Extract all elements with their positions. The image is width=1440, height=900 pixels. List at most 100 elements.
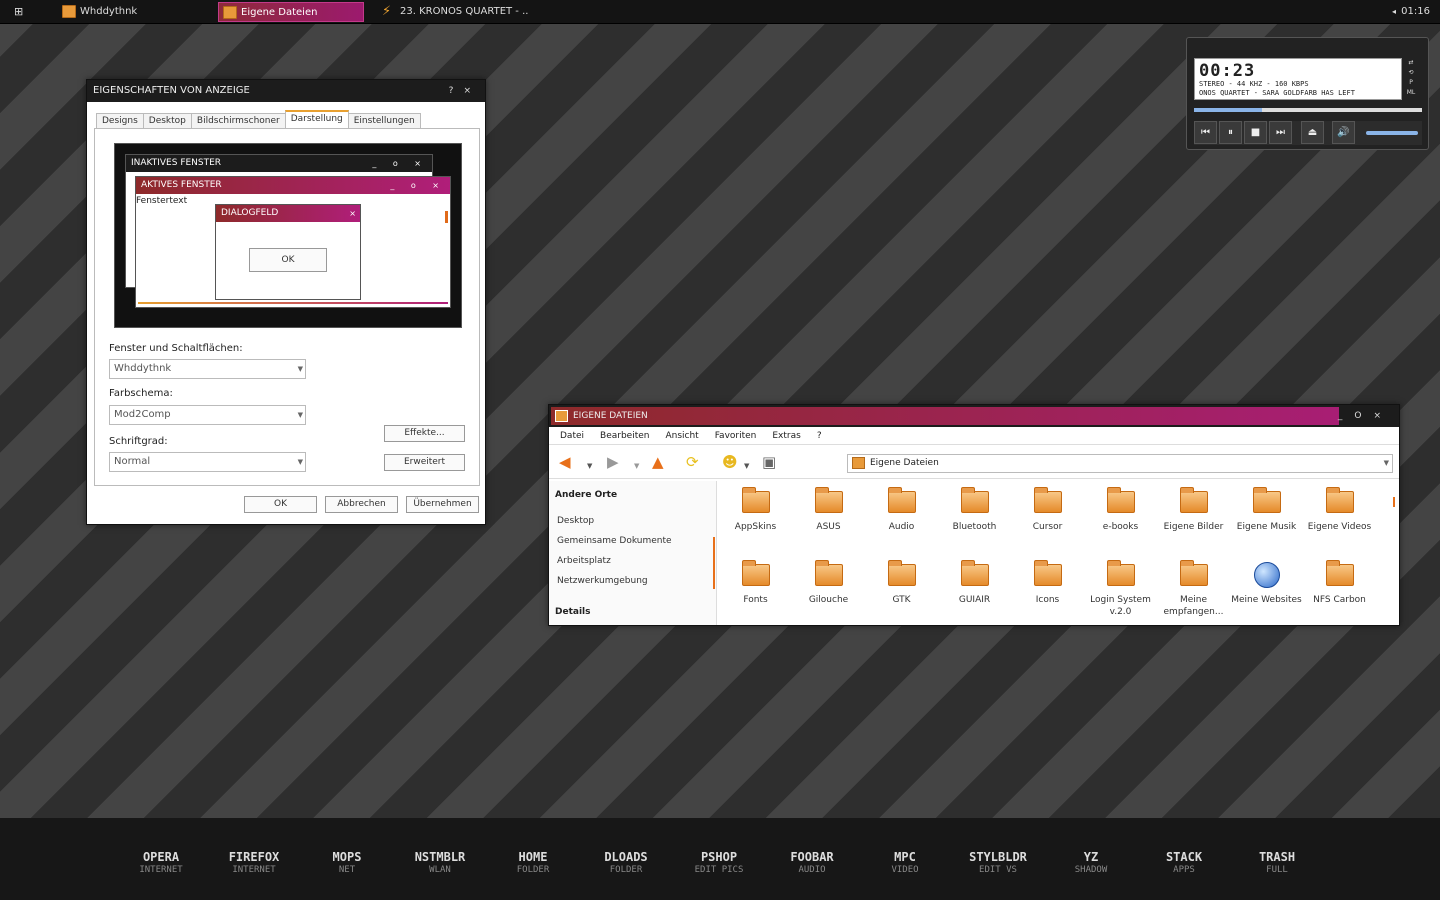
cancel-button[interactable]: Abbrechen bbox=[325, 496, 398, 513]
start-button[interactable]: ⊞ bbox=[14, 5, 28, 19]
pane-scrollbar[interactable] bbox=[713, 537, 715, 589]
repeat-icon[interactable]: ⟲ bbox=[1402, 68, 1420, 78]
dock-item-yz[interactable]: YZ SHADOW bbox=[1045, 850, 1137, 875]
close-button[interactable]: × bbox=[1373, 411, 1393, 421]
dock-item-home[interactable]: HOME FOLDER bbox=[487, 850, 579, 875]
list-item[interactable]: Icons bbox=[1011, 560, 1084, 606]
help-button[interactable]: ? bbox=[449, 86, 464, 96]
link-my-computer[interactable]: Arbeitsplatz bbox=[557, 556, 611, 566]
color-scheme-select[interactable]: Mod2Comp ▼ bbox=[109, 405, 306, 425]
list-item[interactable]: ASUS bbox=[792, 487, 865, 533]
smiley-dropdown-icon[interactable]: ▼ bbox=[744, 458, 749, 474]
menu-extras[interactable]: Extras bbox=[772, 431, 800, 441]
list-item[interactable]: Eigene Musik bbox=[1230, 487, 1303, 533]
menu-favoriten[interactable]: Favoriten bbox=[715, 431, 757, 441]
next-icon[interactable]: ⏭ bbox=[1269, 121, 1292, 144]
tab-designs[interactable]: Designs bbox=[96, 113, 144, 129]
menu-bar: Datei Bearbeiten Ansicht Favoriten Extras? bbox=[549, 427, 1399, 445]
dock-item-sublabel: APPS bbox=[1173, 865, 1195, 875]
eject-icon[interactable]: ⏏ bbox=[1301, 121, 1324, 144]
windows-buttons-select[interactable]: Whddythnk ▼ bbox=[109, 359, 306, 379]
menu-help[interactable]: ? bbox=[817, 431, 822, 441]
dock-item-opera[interactable]: OPERA INTERNET bbox=[115, 850, 207, 875]
dock-item-stylbldr[interactable]: STYLBLDR EDIT VS bbox=[952, 850, 1044, 875]
refresh-icon[interactable]: ⟳ bbox=[686, 454, 699, 470]
list-item[interactable]: AppSkins bbox=[719, 487, 792, 533]
font-size-select[interactable]: Normal ▼ bbox=[109, 452, 306, 472]
advanced-button[interactable]: Erweitert bbox=[384, 454, 465, 471]
ok-button[interactable]: OK bbox=[244, 496, 317, 513]
list-item[interactable]: Login System v.2.0 bbox=[1084, 560, 1157, 618]
volume-slider[interactable] bbox=[1366, 131, 1418, 135]
taskbar-task-player[interactable]: ⚡ 23. KRONOS QUARTET - ... bbox=[378, 2, 528, 22]
link-shared-documents[interactable]: Gemeinsame Dokumente bbox=[557, 536, 672, 546]
seek-bar[interactable] bbox=[1194, 108, 1422, 112]
tab-screensaver[interactable]: Bildschirmschoner bbox=[190, 113, 286, 129]
close-button[interactable]: × bbox=[463, 86, 481, 96]
dock-item-foobar[interactable]: FOOBAR AUDIO bbox=[766, 850, 858, 875]
list-item[interactable]: Eigene Bilder bbox=[1157, 487, 1230, 533]
minimize-button[interactable]: _ bbox=[1338, 411, 1355, 421]
link-network[interactable]: Netzwerkumgebung bbox=[557, 576, 648, 586]
previous-icon[interactable]: ⏮ bbox=[1194, 121, 1217, 144]
effects-button[interactable]: Effekte... bbox=[384, 425, 465, 442]
media-library-button[interactable]: ML bbox=[1402, 88, 1420, 98]
pause-icon[interactable]: ⏸ bbox=[1219, 121, 1242, 144]
up-arrow-icon[interactable]: ▲ bbox=[652, 454, 664, 470]
menu-ansicht[interactable]: Ansicht bbox=[665, 431, 698, 441]
dock-item-nstmblr[interactable]: NSTMBLR WLAN bbox=[394, 850, 486, 875]
taskbar-task-whddythnk[interactable]: Whddythnk bbox=[58, 2, 208, 22]
clock: 01:16 bbox=[1401, 6, 1430, 17]
menu-bearbeiten[interactable]: Bearbeiten bbox=[600, 431, 649, 441]
time-display: 00:23 bbox=[1199, 61, 1256, 81]
list-item[interactable]: NFS Carbon bbox=[1303, 560, 1376, 606]
forward-dropdown-icon[interactable]: ▼ bbox=[634, 458, 639, 474]
list-item[interactable]: Audio bbox=[865, 487, 938, 533]
scrollbar[interactable] bbox=[1393, 497, 1395, 507]
tab-appearance[interactable]: Darstellung bbox=[284, 110, 349, 129]
menu-datei[interactable]: Datei bbox=[560, 431, 584, 441]
list-item[interactable]: Eigene Videos bbox=[1303, 487, 1376, 533]
dock-item-stack[interactable]: STACK APPS bbox=[1138, 850, 1230, 875]
list-item[interactable]: Fonts bbox=[719, 560, 792, 606]
tab-settings[interactable]: Einstellungen bbox=[347, 113, 421, 129]
taskbar-task-eigene-dateien[interactable]: Eigene Dateien bbox=[218, 2, 364, 22]
list-item[interactable]: Cursor bbox=[1011, 487, 1084, 533]
smiley-icon[interactable]: ☻ bbox=[722, 454, 738, 470]
back-arrow-icon[interactable]: ◀ bbox=[559, 454, 571, 470]
shuffle-icon[interactable]: ⇄ bbox=[1402, 58, 1420, 68]
dock-item-mpc[interactable]: MPC VIDEO bbox=[859, 850, 951, 875]
globe-icon bbox=[1253, 562, 1280, 588]
dock-item-label: OPERA bbox=[142, 850, 180, 864]
apply-button[interactable]: Übernehmen bbox=[406, 496, 479, 513]
dock-item-mops[interactable]: MOPS NET bbox=[301, 850, 393, 875]
list-item[interactable]: Meine empfangen... bbox=[1157, 560, 1230, 618]
dock-item-firefox[interactable]: FIREFOX INTERNET bbox=[208, 850, 300, 875]
dock-item-pshop[interactable]: PSHOP EDIT PICS bbox=[673, 850, 765, 875]
list-item[interactable]: GUIAIR bbox=[938, 560, 1011, 606]
tab-desktop[interactable]: Desktop bbox=[142, 113, 192, 129]
list-item[interactable]: e-books bbox=[1084, 487, 1157, 533]
views-icon[interactable]: ▣ bbox=[762, 454, 776, 470]
dock-item-trash[interactable]: TRASH FULL bbox=[1231, 850, 1323, 875]
list-item[interactable]: Gilouche bbox=[792, 560, 865, 606]
videos-folder-icon bbox=[1325, 487, 1354, 513]
forward-arrow-icon[interactable]: ▶ bbox=[607, 454, 619, 470]
stop-icon[interactable]: ■ bbox=[1244, 121, 1267, 144]
playlist-button[interactable]: P bbox=[1402, 78, 1420, 88]
address-bar[interactable]: Eigene Dateien ▼ bbox=[847, 454, 1393, 473]
volume-icon[interactable]: 🔊 bbox=[1332, 121, 1355, 144]
list-item[interactable]: Meine Websites bbox=[1230, 562, 1303, 606]
folder-icon bbox=[960, 560, 989, 586]
back-dropdown-icon[interactable]: ▼ bbox=[587, 458, 592, 474]
list-item[interactable]: GTK bbox=[865, 560, 938, 606]
chevron-down-icon[interactable]: ▼ bbox=[1384, 455, 1389, 472]
dock-item-sublabel: AUDIO bbox=[798, 865, 826, 875]
link-desktop[interactable]: Desktop bbox=[557, 516, 594, 526]
folder-icon bbox=[814, 560, 843, 586]
dock-item-dloads[interactable]: DLOADS FOLDER bbox=[580, 850, 672, 875]
list-item[interactable]: Bluetooth bbox=[938, 487, 1011, 533]
tray-arrow-icon[interactable]: ◂ bbox=[1392, 0, 1396, 24]
maximize-button[interactable]: o bbox=[1354, 411, 1373, 421]
dock-item-label: FOOBAR bbox=[790, 850, 834, 864]
